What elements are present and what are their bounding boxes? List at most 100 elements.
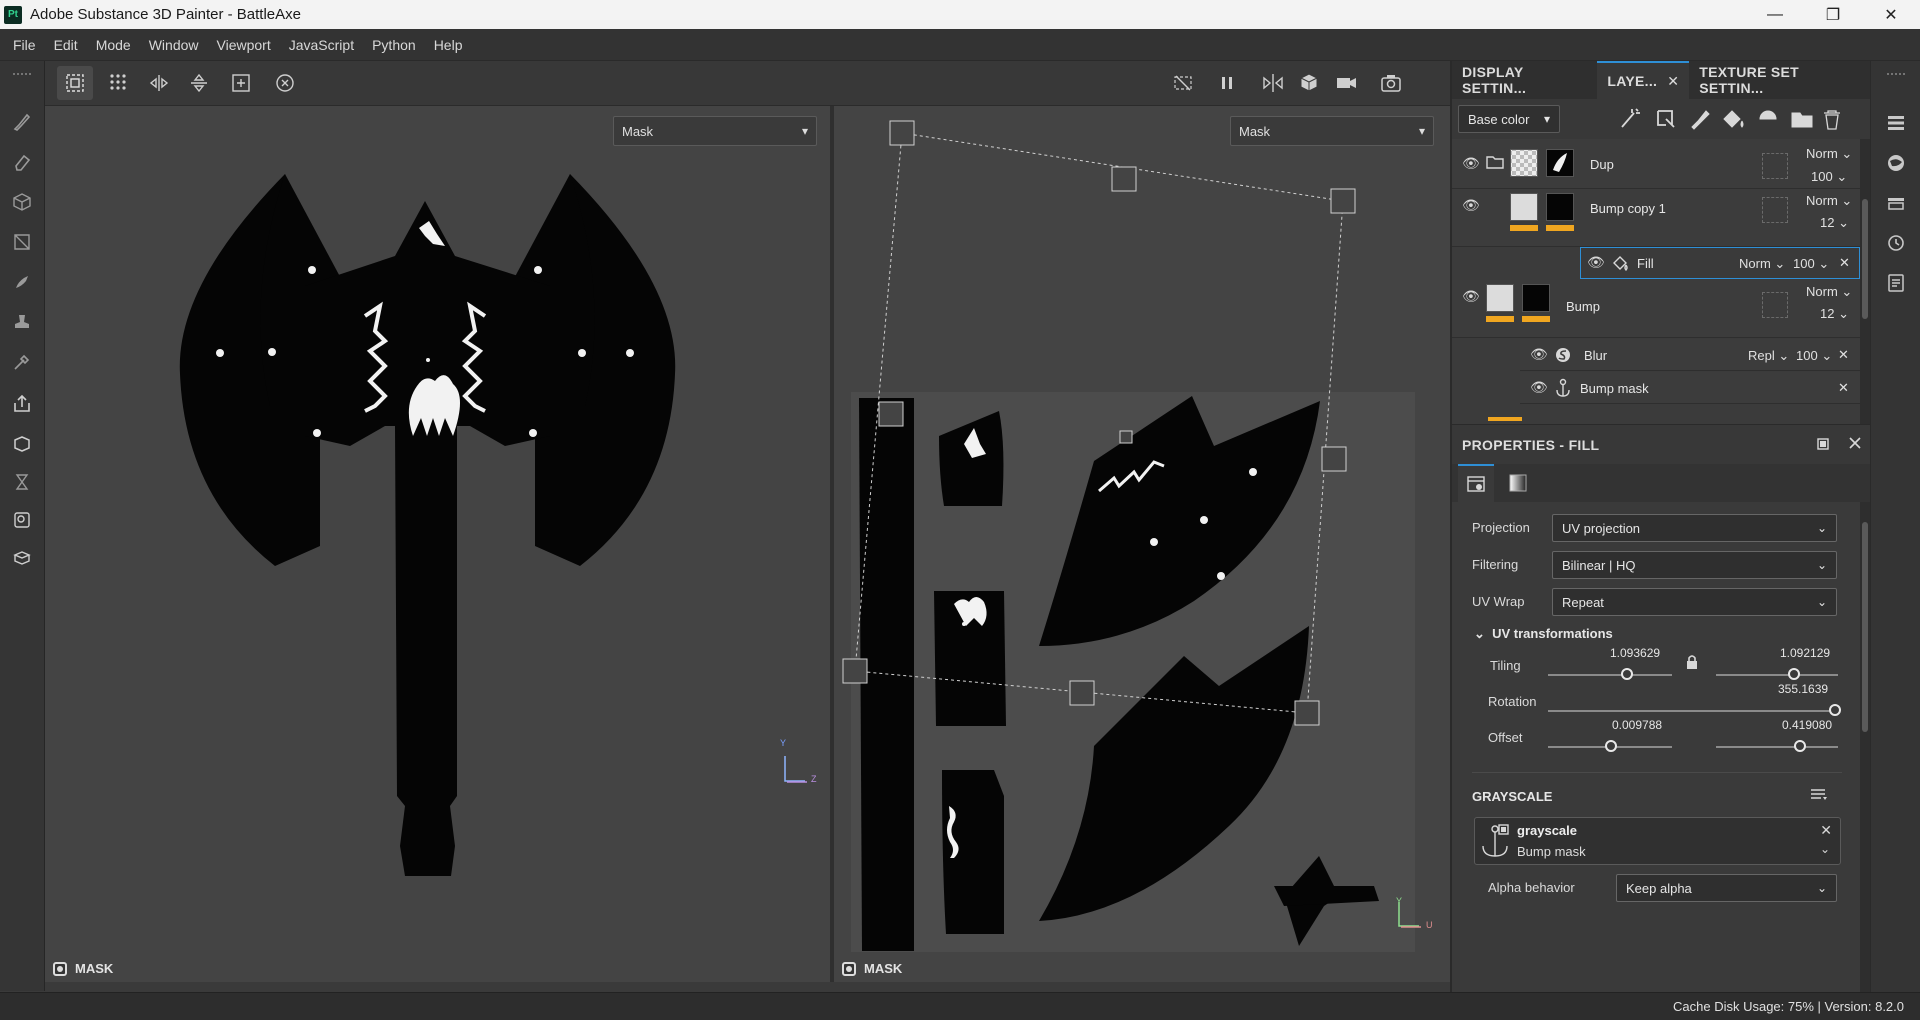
clear-input-icon[interactable]: ✕ (1820, 822, 1832, 839)
tiling-u-value[interactable]: 1.093629 (1610, 646, 1660, 660)
camera-video-icon[interactable] (1329, 66, 1365, 100)
uv-transformations-section[interactable]: ⌄ UV transformations (1474, 626, 1613, 642)
opacity-value[interactable]: 100 ⌄ (1793, 256, 1829, 272)
eye-icon[interactable]: 👁 (1462, 156, 1480, 170)
effect-row-anchor[interactable]: 👁 Bump mask ✕ (1520, 372, 1860, 404)
menu-file[interactable]: File (13, 37, 36, 53)
offset-v-slider[interactable] (1716, 746, 1838, 748)
scrollbar-thumb[interactable] (1862, 522, 1868, 732)
opacity-value[interactable]: 12 ⌄ (1820, 215, 1849, 231)
fit-view-icon[interactable] (223, 66, 259, 100)
projection-select[interactable]: UV projection ⌄ (1552, 514, 1837, 542)
symmetry-icon[interactable] (1255, 66, 1291, 100)
eye-icon[interactable]: 👁 (1530, 347, 1548, 361)
properties-scrollbar[interactable] (1860, 502, 1870, 992)
tiling-u-knob[interactable] (1621, 668, 1634, 680)
tab-fill-settings[interactable] (1458, 464, 1494, 502)
viewport-2d[interactable]: Y U Mask ▾ MASK (834, 106, 1450, 982)
effect-row-fill[interactable]: 👁 Fill Norm ⌄ 100 ⌄ ✕ (1580, 247, 1860, 279)
screenshot-camera-icon[interactable] (1373, 66, 1409, 100)
eye-icon[interactable]: 👁 (1462, 289, 1480, 303)
eye-icon[interactable]: 👁 (1587, 255, 1605, 269)
hourglass-icon[interactable] (9, 469, 35, 495)
effect-name[interactable]: Blur (1584, 348, 1607, 363)
channel-dropdown-3d[interactable]: Mask ▾ (613, 116, 817, 146)
opacity-value[interactable]: 100 ⌄ (1796, 348, 1832, 364)
eraser-icon[interactable] (9, 149, 35, 175)
layer-name[interactable]: Bump copy 1 (1590, 201, 1666, 216)
hide-icon[interactable] (1165, 66, 1201, 100)
menu-javascript[interactable]: JavaScript (289, 37, 354, 53)
mirror-horizontal-icon[interactable] (141, 66, 177, 100)
tiling-v-knob[interactable] (1788, 668, 1801, 680)
history-icon[interactable] (1884, 231, 1908, 255)
menu-python[interactable]: Python (372, 37, 416, 53)
rotation-value[interactable]: 355.1639 (1778, 682, 1828, 696)
layer-row[interactable]: 👁 Dup Norm ⌄ 100 ⌄ (1452, 139, 1860, 189)
select-frame-icon[interactable] (57, 66, 93, 100)
blend-mode[interactable]: Norm ⌄ (1806, 146, 1852, 162)
uvwrap-select[interactable]: Repeat ⌄ (1552, 588, 1837, 616)
layer-name[interactable]: Bump (1566, 299, 1600, 314)
polygon-fill-icon[interactable] (9, 229, 35, 255)
assets-icon[interactable] (9, 545, 35, 571)
tiling-v-value[interactable]: 1.092129 (1780, 646, 1830, 660)
blend-mode[interactable]: Norm ⌄ (1806, 284, 1852, 300)
lock-icon[interactable] (1685, 654, 1699, 673)
maximize-panel-icon[interactable] (1816, 437, 1830, 454)
menu-viewport[interactable]: Viewport (217, 37, 271, 53)
grid-icon[interactable] (101, 66, 137, 100)
close-panel-icon[interactable] (1848, 436, 1862, 453)
tiling-u-slider[interactable] (1548, 674, 1672, 676)
layers-stack-icon[interactable] (1884, 111, 1908, 135)
pause-icon[interactable] (1209, 66, 1245, 100)
opacity-value[interactable]: 12 ⌄ (1820, 306, 1849, 322)
menu-help[interactable]: Help (434, 37, 463, 53)
tab-layers[interactable]: LAYE... ✕ (1597, 61, 1690, 99)
effect-name[interactable]: Bump mask (1580, 381, 1649, 396)
filtering-select[interactable]: Bilinear | HQ ⌄ (1552, 551, 1837, 579)
alpha-behavior-select[interactable]: Keep alpha ⌄ (1616, 874, 1837, 902)
viewport-3d[interactable]: Y Z Mask ▾ MASK (45, 106, 830, 982)
log-icon[interactable] (1884, 271, 1908, 295)
menu-edit[interactable]: Edit (54, 37, 78, 53)
close-tab-icon[interactable]: ✕ (1667, 73, 1679, 90)
smudge-icon[interactable] (9, 269, 35, 295)
tiling-v-slider[interactable] (1716, 674, 1838, 676)
layer-row[interactable]: 👁 Bump copy 1 Norm ⌄ 12 ⌄ (1452, 189, 1860, 247)
blend-mode[interactable]: Norm ⌄ (1739, 256, 1785, 272)
cube-view-icon[interactable] (1291, 66, 1327, 100)
layer-name[interactable]: Dup (1590, 157, 1614, 172)
eye-icon[interactable]: 👁 (1462, 198, 1480, 212)
tab-display-settings[interactable]: DISPLAY SETTIN... (1452, 61, 1597, 99)
paint-brush-icon[interactable] (9, 109, 35, 135)
offset-u-knob[interactable] (1605, 740, 1618, 752)
grayscale-input-slot[interactable]: grayscale Bump mask ✕ ⌄ (1474, 817, 1841, 865)
effect-name[interactable]: Fill (1637, 256, 1654, 271)
layer-channel-dropdown[interactable]: Base color ▾ (1458, 105, 1560, 133)
offset-u-value[interactable]: 0.009788 (1612, 718, 1662, 732)
layer-row[interactable]: 👁 Bump Norm ⌄ 12 ⌄ (1452, 280, 1860, 338)
chevron-down-icon[interactable]: ⌄ (1820, 842, 1830, 856)
clone-stamp-icon[interactable] (9, 309, 35, 335)
shelf-icon[interactable] (1884, 191, 1908, 215)
layers-scrollbar[interactable] (1860, 139, 1870, 424)
channel-dropdown-2d[interactable]: Mask ▾ (1230, 116, 1434, 146)
tab-gradient[interactable] (1500, 464, 1536, 502)
rotation-slider[interactable] (1548, 710, 1838, 712)
bake-icon[interactable] (9, 431, 35, 457)
opacity-value[interactable]: 100 ⌄ (1811, 169, 1847, 185)
effect-row-blur[interactable]: 👁 Blur Repl ⌄ 100 ⌄ ✕ (1520, 339, 1860, 371)
menu-list-icon[interactable] (1810, 787, 1828, 806)
reset-icon[interactable] (267, 66, 303, 100)
mirror-vertical-icon[interactable] (181, 66, 217, 100)
scrollbar-thumb[interactable] (1862, 199, 1868, 319)
color-picker-icon[interactable] (9, 349, 35, 375)
tab-texture-set-settings[interactable]: TEXTURE SET SETTIN... (1689, 61, 1872, 99)
rotation-knob[interactable] (1829, 704, 1842, 716)
remove-effect-icon[interactable]: ✕ (1838, 347, 1849, 363)
projection-icon[interactable] (9, 189, 35, 215)
menu-mode[interactable]: Mode (96, 37, 131, 53)
remove-effect-icon[interactable]: ✕ (1838, 380, 1849, 396)
offset-v-knob[interactable] (1794, 740, 1807, 752)
